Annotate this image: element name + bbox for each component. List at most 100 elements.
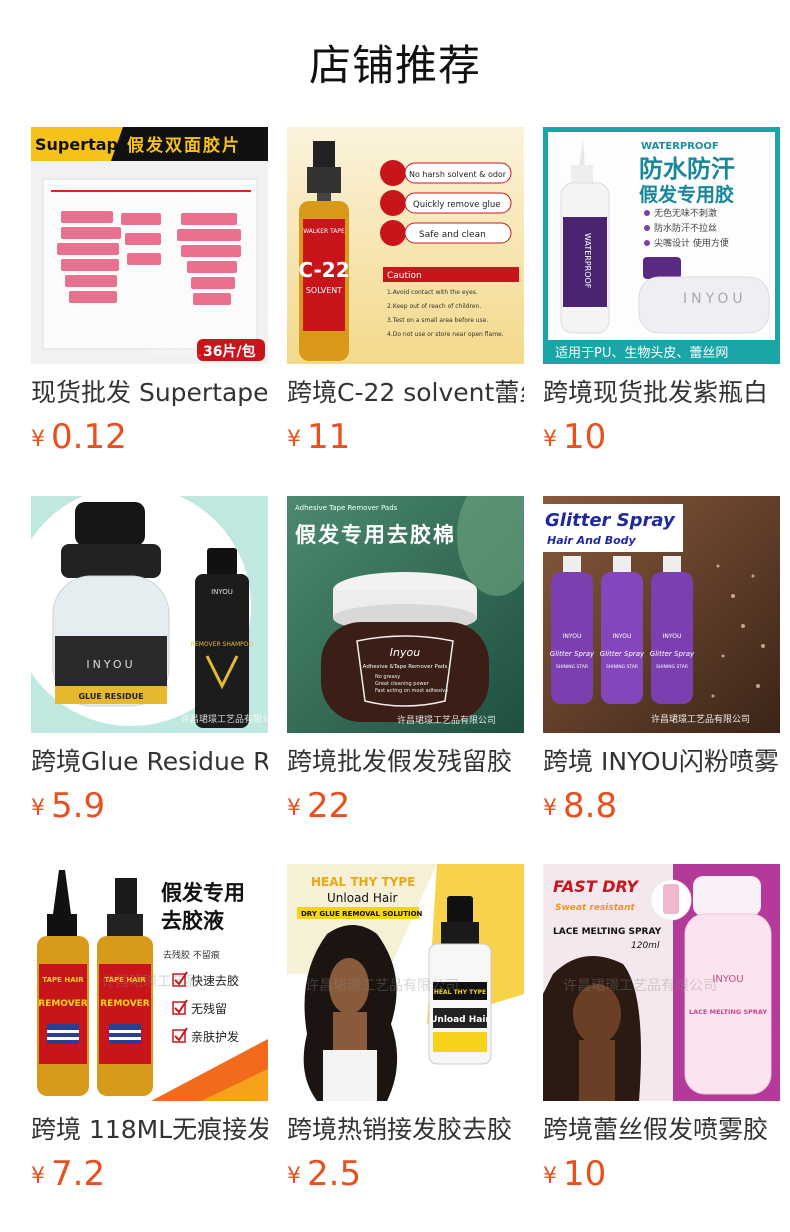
- product-name[interactable]: 跨境 INYOU闪粉喷雾: [543, 746, 780, 780]
- product-image[interactable]: 假发专用 去胶液 去残胶 不留痕 快速去胶 无残留 亲肤护发 TAPE HAIR…: [31, 864, 268, 1101]
- price-amount: 10: [563, 1154, 607, 1194]
- bottle-sub: SHINING STAR: [556, 664, 588, 670]
- product-image[interactable]: WALKER TAPE C-22 SOLVENT No harsh solven…: [287, 127, 524, 364]
- bottle-brand: INYOU: [683, 291, 747, 307]
- subheadline: Sweat resistant: [555, 903, 636, 913]
- product-name[interactable]: 跨境蕾丝假发喷雾胶: [543, 1114, 780, 1148]
- bottle-name: Unload Hair: [430, 1015, 490, 1025]
- watermark: 许昌珺璟工艺品有限公司: [397, 714, 496, 726]
- subheadline-cn: 去胶液: [161, 909, 224, 933]
- watermark: 许昌珺璟工艺品有限公司: [651, 713, 750, 725]
- price-amount: 11: [307, 417, 351, 457]
- headline: Glitter Spray: [545, 510, 676, 531]
- watermark: 许昌珺璟工艺品有限公司: [305, 978, 459, 994]
- jar-band: GLUE RESIDUE: [78, 692, 143, 701]
- product-name[interactable]: 跨境热销接发胶去胶: [287, 1114, 524, 1148]
- product-name[interactable]: 跨境 118ML无痕接发: [31, 1114, 268, 1148]
- bottle-brand: INYOU: [563, 633, 582, 640]
- price-amount: 7.2: [51, 1154, 106, 1194]
- currency-symbol: ¥: [287, 796, 301, 821]
- price-amount: 22: [307, 786, 351, 826]
- caution-line: 2.Keep out of reach of children.: [387, 303, 481, 310]
- product-price: ¥7.2: [31, 1154, 105, 1194]
- product-name[interactable]: 现货批发 Supertape 假发双面胶片: [31, 377, 268, 411]
- caution-line: 4.Do not use or store near open flame.: [387, 331, 504, 338]
- product-image[interactable]: HEAL THY TYPE Unload Hair DRY GLUE REMOV…: [287, 864, 524, 1101]
- bottle-name: Glitter Spray: [650, 650, 695, 658]
- product-name[interactable]: 跨境现货批发紫瓶白: [543, 377, 780, 411]
- product-name[interactable]: 跨境Glue Residue R: [31, 746, 268, 780]
- banner-label: Supertape: [35, 135, 129, 154]
- currency-symbol: ¥: [31, 1164, 45, 1189]
- jar-text: Adhesive &Tape Remover Pads: [363, 664, 448, 670]
- jar-bullet: Fast acting on most adhesive: [375, 688, 448, 694]
- subheadline-cn: 假发专用胶: [639, 183, 734, 206]
- jar-brand: INYOU: [86, 658, 135, 671]
- bottle-label: REMOVER: [100, 999, 150, 1009]
- currency-symbol: ¥: [543, 796, 557, 821]
- product-price: ¥8.8: [543, 786, 617, 826]
- headline-cn: 防水防汗: [639, 155, 735, 183]
- currency-symbol: ¥: [31, 427, 45, 452]
- bottle-label: WATERPROOF: [583, 233, 592, 289]
- product-price: ¥10: [543, 1154, 606, 1194]
- price-amount: 8.8: [563, 786, 618, 826]
- bottle-name: C-22: [298, 258, 349, 282]
- bottle-brand: INYOU: [211, 588, 233, 596]
- check-item: 亲肤护发: [191, 1029, 239, 1044]
- banner-cn-label: 假发双面胶片: [127, 135, 241, 156]
- bottle-sub: SHINING STAR: [656, 664, 688, 670]
- bottle-name: Glitter Spray: [550, 650, 595, 658]
- caution-line: 3.Test on a small area before use.: [387, 317, 488, 324]
- watermark: 许昌珺璟工艺品有限公司: [563, 978, 717, 994]
- bottle-sub: SOLVENT: [306, 286, 342, 295]
- product-name[interactable]: 跨境C-22 solvent蕾丝: [287, 377, 524, 411]
- watermark: shop2c47...: [149, 349, 201, 359]
- product-price: ¥11: [287, 417, 350, 457]
- bottle-name: Glitter Spray: [600, 650, 645, 658]
- bottle-brand: INYOU: [613, 633, 632, 640]
- bottle-sub: SHINING STAR: [606, 664, 638, 670]
- page-title: 店铺推荐: [308, 41, 481, 90]
- product-image[interactable]: INYOU GLUE RESIDUE INYOU REMOVER SHAMPOO…: [31, 496, 268, 733]
- caution-line: 1.Avoid contact with the eyes.: [387, 289, 478, 296]
- product-name[interactable]: 跨境批发假发残留胶: [287, 746, 524, 780]
- product-image[interactable]: Glitter Spray Hair And Body INYOU Glitte…: [543, 496, 780, 733]
- bottle-name: LACE MELTING SPRAY: [689, 1008, 767, 1016]
- pack-badge: 36片/包: [203, 343, 256, 360]
- small-caption: Adhesive Tape Remover Pads: [295, 504, 398, 512]
- currency-symbol: ¥: [287, 1164, 301, 1189]
- feature-label: Quickly remove glue: [413, 200, 500, 210]
- watermark: 许昌珺璟工艺品: [101, 974, 199, 990]
- bottle-brand: INYOU: [663, 633, 682, 640]
- price-amount: 0.12: [51, 417, 127, 457]
- price-amount: 2.5: [307, 1154, 362, 1194]
- headline-cn: 假发专用: [161, 881, 245, 905]
- product-image[interactable]: WATERPROOF 防水防汗 假发专用胶 无色无味不刺激 防水防汗不拉丝 尖嘴…: [543, 127, 780, 364]
- bottle-label: REMOVER SHAMPOO: [191, 641, 254, 648]
- product-image[interactable]: Supertape 假发双面胶片 36片/包 shop2c47...: [31, 127, 268, 364]
- currency-symbol: ¥: [543, 1164, 557, 1189]
- product-price: ¥0.12: [31, 417, 127, 457]
- footer-text: 适用于PU、生物头皮、蕾丝网: [555, 346, 728, 361]
- jar-bullet: Great cleaning power: [375, 681, 430, 687]
- currency-symbol: ¥: [543, 427, 557, 452]
- product-image[interactable]: Adhesive Tape Remover Pads 假发专用去胶棉 Inyou…: [287, 496, 524, 733]
- product-price: ¥2.5: [287, 1154, 361, 1194]
- bottle-brand: WALKER TAPE: [303, 228, 345, 235]
- headline: FAST DRY: [553, 877, 639, 896]
- check-item: 无残留: [191, 1002, 227, 1016]
- bottle-label-top: TAPE HAIR: [42, 976, 84, 984]
- headline-en: WATERPROOF: [641, 141, 719, 152]
- jar-brand: Inyou: [390, 646, 420, 659]
- jar-bullet: No greasy: [375, 674, 400, 680]
- product-image[interactable]: FAST DRY Sweat resistant LACE MELTING SP…: [543, 864, 780, 1101]
- tagline: 去残胶 不留痕: [163, 949, 220, 961]
- bullet-text: 无色无味不刺激: [654, 207, 717, 219]
- product-price: ¥10: [543, 417, 606, 457]
- caution-title: Caution: [387, 271, 422, 281]
- currency-symbol: ¥: [31, 796, 45, 821]
- strip-text: DRY GLUE REMOVAL SOLUTION: [301, 910, 423, 918]
- volume-label: 120ml: [631, 941, 660, 951]
- headline-cn: 假发专用去胶棉: [295, 523, 456, 547]
